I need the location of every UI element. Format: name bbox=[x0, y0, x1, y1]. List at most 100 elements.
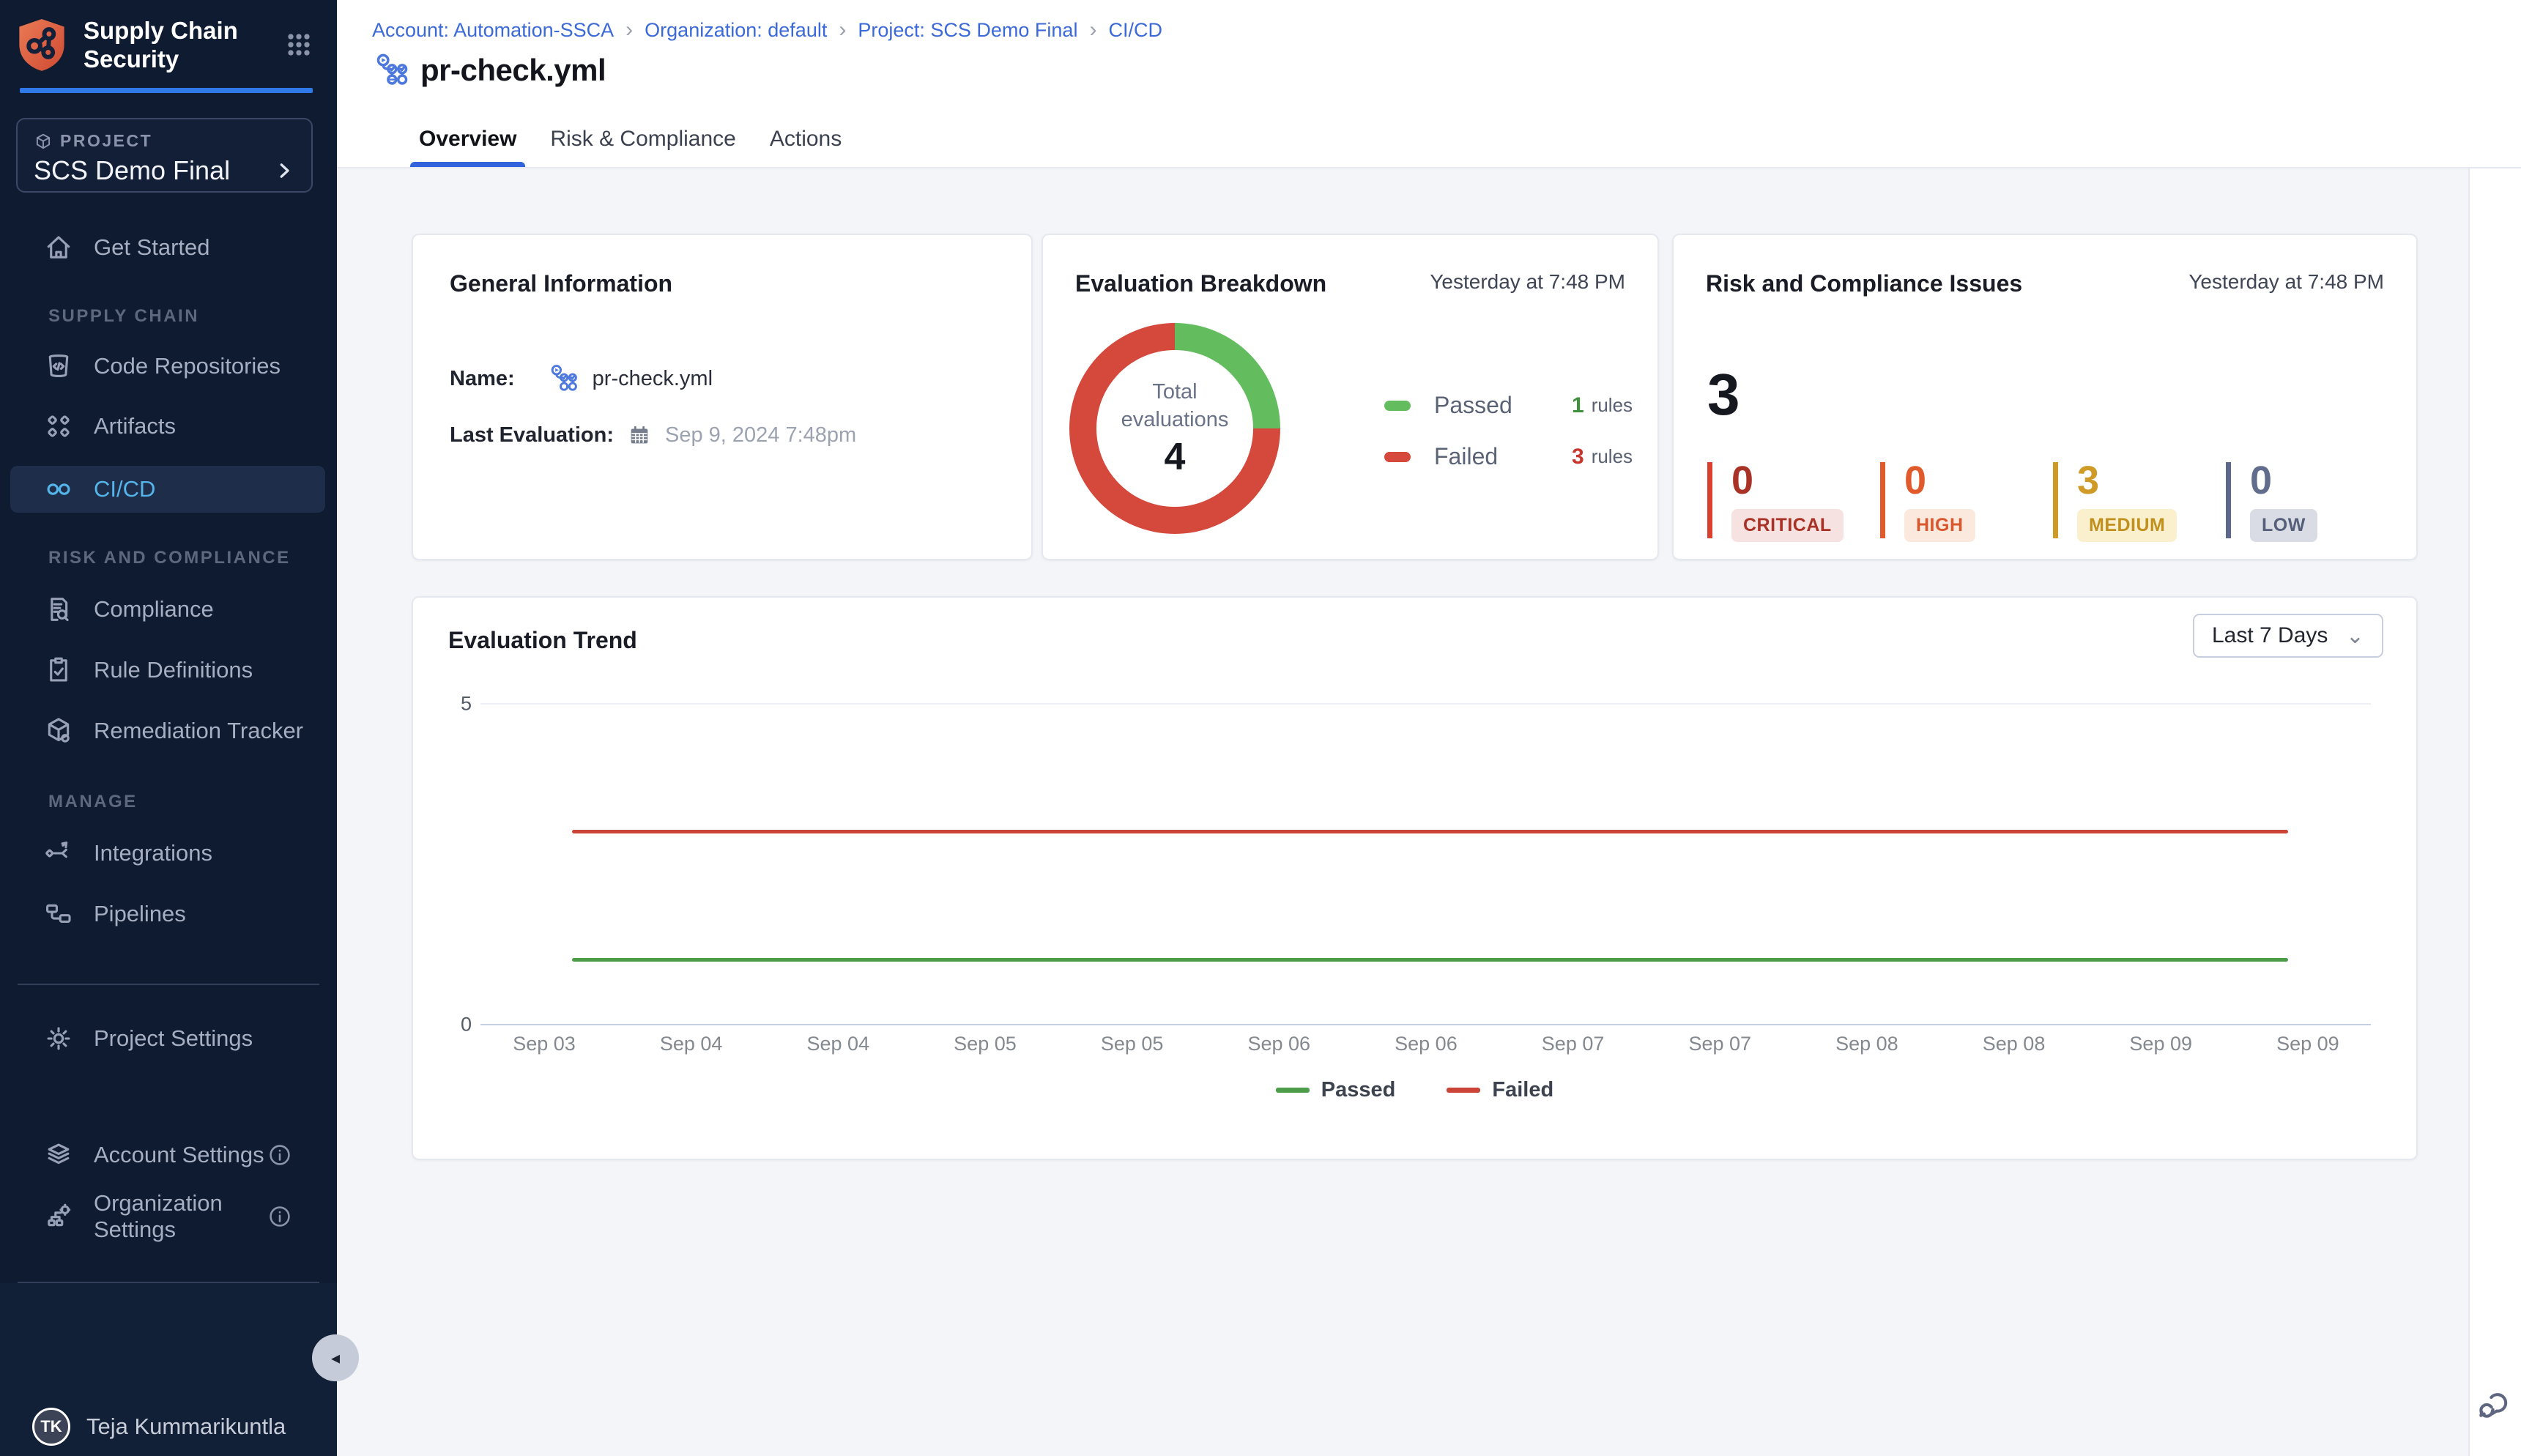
sidebar-item-remediation-tracker[interactable]: Remediation Tracker bbox=[0, 707, 337, 754]
breadcrumb-link-0[interactable]: Account: Automation-SSCA bbox=[372, 19, 614, 42]
trend-legend-label: Failed bbox=[1492, 1078, 1553, 1102]
pipeline-file-icon bbox=[372, 51, 410, 89]
severity-low: 0 LOW bbox=[2226, 462, 2317, 538]
sidebar-item-label: Organization Settings bbox=[94, 1190, 267, 1243]
breadcrumb-link-3[interactable]: CI/CD bbox=[1108, 19, 1162, 42]
gear-icon bbox=[42, 1022, 75, 1055]
sidebar-item-label: Get Started bbox=[94, 234, 210, 261]
compliance-icon bbox=[42, 593, 75, 625]
cicd-icon bbox=[42, 473, 75, 505]
severity-badge: MEDIUM bbox=[2077, 509, 2177, 542]
sidebar-collapse-handle[interactable]: ◂ bbox=[312, 1334, 359, 1381]
chat-bubbles-icon[interactable] bbox=[2474, 1384, 2512, 1422]
legend-unit: rules bbox=[1592, 445, 1633, 468]
x-tick-label: Sep 08 bbox=[1816, 1033, 1918, 1055]
risk-compliance-timestamp: Yesterday at 7:48 PM bbox=[2188, 270, 2384, 294]
sidebar-item-label: Compliance bbox=[94, 596, 214, 623]
date-range-dropdown[interactable]: Last 7 Days ⌄ bbox=[2193, 614, 2383, 658]
sidebar-item-label: Integrations bbox=[94, 840, 212, 866]
pipelines-icon bbox=[42, 898, 75, 930]
help-rail bbox=[2468, 168, 2521, 1456]
sidebar-item-label: Code Repositories bbox=[94, 353, 281, 379]
evaluation-breakdown-card: Evaluation Breakdown Yesterday at 7:48 P… bbox=[1042, 234, 1659, 560]
product-logo-row: Supply Chain Security bbox=[16, 16, 315, 73]
info-icon[interactable] bbox=[267, 1203, 293, 1230]
breadcrumb-separator-icon: › bbox=[1089, 18, 1096, 42]
account-icon bbox=[42, 1139, 75, 1171]
severity-badge: HIGH bbox=[1904, 509, 1975, 542]
x-tick-label: Sep 04 bbox=[787, 1033, 889, 1055]
risk-total-count: 3 bbox=[1707, 361, 1740, 428]
app-grid-icon[interactable] bbox=[283, 29, 315, 61]
breadcrumb-link-2[interactable]: Project: SCS Demo Final bbox=[858, 19, 1077, 42]
org-icon bbox=[42, 1200, 75, 1233]
project-selector[interactable]: PROJECT SCS Demo Final bbox=[16, 118, 313, 193]
date-range-value: Last 7 Days bbox=[2212, 623, 2328, 648]
last-evaluation-value: Sep 9, 2024 7:48pm bbox=[665, 423, 856, 447]
sidebar-item-account-settings[interactable]: Account Settings bbox=[0, 1132, 337, 1178]
user-menu[interactable]: TK Teja Kummarikuntla bbox=[0, 1400, 337, 1453]
sidebar-item-ci-cd[interactable]: CI/CD bbox=[10, 466, 325, 513]
x-tick-label: Sep 06 bbox=[1228, 1033, 1330, 1055]
tab-actions[interactable]: Actions bbox=[770, 111, 842, 167]
sidebar-item-get-started[interactable]: Get Started bbox=[0, 224, 337, 271]
sidebar-item-artifacts[interactable]: Artifacts bbox=[0, 403, 337, 450]
legend-line-icon bbox=[1276, 1088, 1310, 1093]
legend-count: 3 bbox=[1572, 445, 1584, 469]
sidebar-item-organization-settings[interactable]: Organization Settings bbox=[0, 1193, 337, 1240]
general-information-card: General Information Name: pr-check.yml L… bbox=[412, 234, 1033, 560]
chevron-right-icon bbox=[273, 160, 295, 182]
severity-medium: 3 MEDIUM bbox=[2053, 462, 2177, 538]
legend-unit: rules bbox=[1592, 394, 1633, 417]
legend-item-failed: Failed 3 rules bbox=[1384, 443, 1633, 470]
name-value: pr-check.yml bbox=[593, 367, 713, 391]
legend-item-passed: Passed 1 rules bbox=[1384, 392, 1633, 419]
sidebar-item-label: Pipelines bbox=[94, 901, 186, 927]
main-area: Account: Automation-SSCA › Organization: d… bbox=[337, 0, 2521, 1456]
x-tick-label: Sep 08 bbox=[1963, 1033, 2065, 1055]
legend-swatch-icon bbox=[1384, 401, 1411, 411]
artifacts-icon bbox=[42, 410, 75, 442]
sidebar-divider bbox=[18, 984, 319, 985]
sidebar-item-compliance[interactable]: Compliance bbox=[0, 586, 337, 633]
avatar: TK bbox=[32, 1408, 70, 1446]
x-tick-label: Sep 07 bbox=[1668, 1033, 1771, 1055]
trend-legend-failed[interactable]: Failed bbox=[1447, 1078, 1553, 1102]
calendar-icon bbox=[627, 423, 652, 447]
severity-critical: 0 CRITICAL bbox=[1707, 462, 1844, 538]
legend-label: Passed bbox=[1434, 392, 1545, 419]
sidebar-item-integrations[interactable]: Integrations bbox=[0, 830, 337, 877]
legend-swatch-icon bbox=[1384, 452, 1411, 462]
content: General Information Name: pr-check.yml L… bbox=[337, 168, 2521, 1456]
sidebar-item-code-repositories[interactable]: Code Repositories bbox=[0, 343, 337, 390]
trend-legend-passed[interactable]: Passed bbox=[1276, 1078, 1396, 1102]
integrations-icon bbox=[42, 837, 75, 869]
sidebar-item-label: Remediation Tracker bbox=[94, 718, 303, 744]
sidebar-item-pipelines[interactable]: Pipelines bbox=[0, 891, 337, 937]
x-tick-label: Sep 04 bbox=[640, 1033, 743, 1055]
tab-overview[interactable]: Overview bbox=[419, 111, 516, 167]
sidebar: Supply Chain Security PROJECT SCS Demo F… bbox=[0, 0, 337, 1456]
breadcrumb-link-1[interactable]: Organization: default bbox=[645, 19, 827, 42]
supply-chain-security-logo-icon bbox=[16, 17, 67, 73]
sidebar-item-label: Artifacts bbox=[94, 413, 176, 439]
y-tick-0: 0 bbox=[442, 1014, 472, 1036]
info-icon[interactable] bbox=[267, 1142, 293, 1168]
sidebar-section-manage: MANAGE bbox=[48, 787, 138, 817]
page-title: pr-check.yml bbox=[420, 53, 606, 88]
sidebar-item-rule-definitions[interactable]: Rule Definitions bbox=[0, 647, 337, 694]
donut-center: Total evaluations 4 bbox=[1069, 323, 1280, 534]
sidebar-item-project-settings[interactable]: Project Settings bbox=[0, 1015, 337, 1062]
product-name: Supply Chain Security bbox=[83, 16, 252, 73]
passed-series-line bbox=[572, 958, 2288, 962]
tab-risk-compliance[interactable]: Risk & Compliance bbox=[550, 111, 735, 167]
home-icon bbox=[42, 231, 75, 264]
sidebar-item-label: Account Settings bbox=[94, 1142, 264, 1168]
project-cube-icon bbox=[34, 132, 53, 151]
remediation-icon bbox=[42, 715, 75, 747]
sidebar-item-label: Project Settings bbox=[94, 1025, 253, 1052]
evaluation-breakdown-timestamp: Yesterday at 7:48 PM bbox=[1430, 270, 1625, 294]
evaluation-trend-card: Evaluation Trend Last 7 Days ⌄ 5 0 Sep 0… bbox=[412, 596, 2418, 1160]
pipeline-file-icon bbox=[547, 363, 579, 395]
general-information-title: General Information bbox=[450, 270, 995, 297]
